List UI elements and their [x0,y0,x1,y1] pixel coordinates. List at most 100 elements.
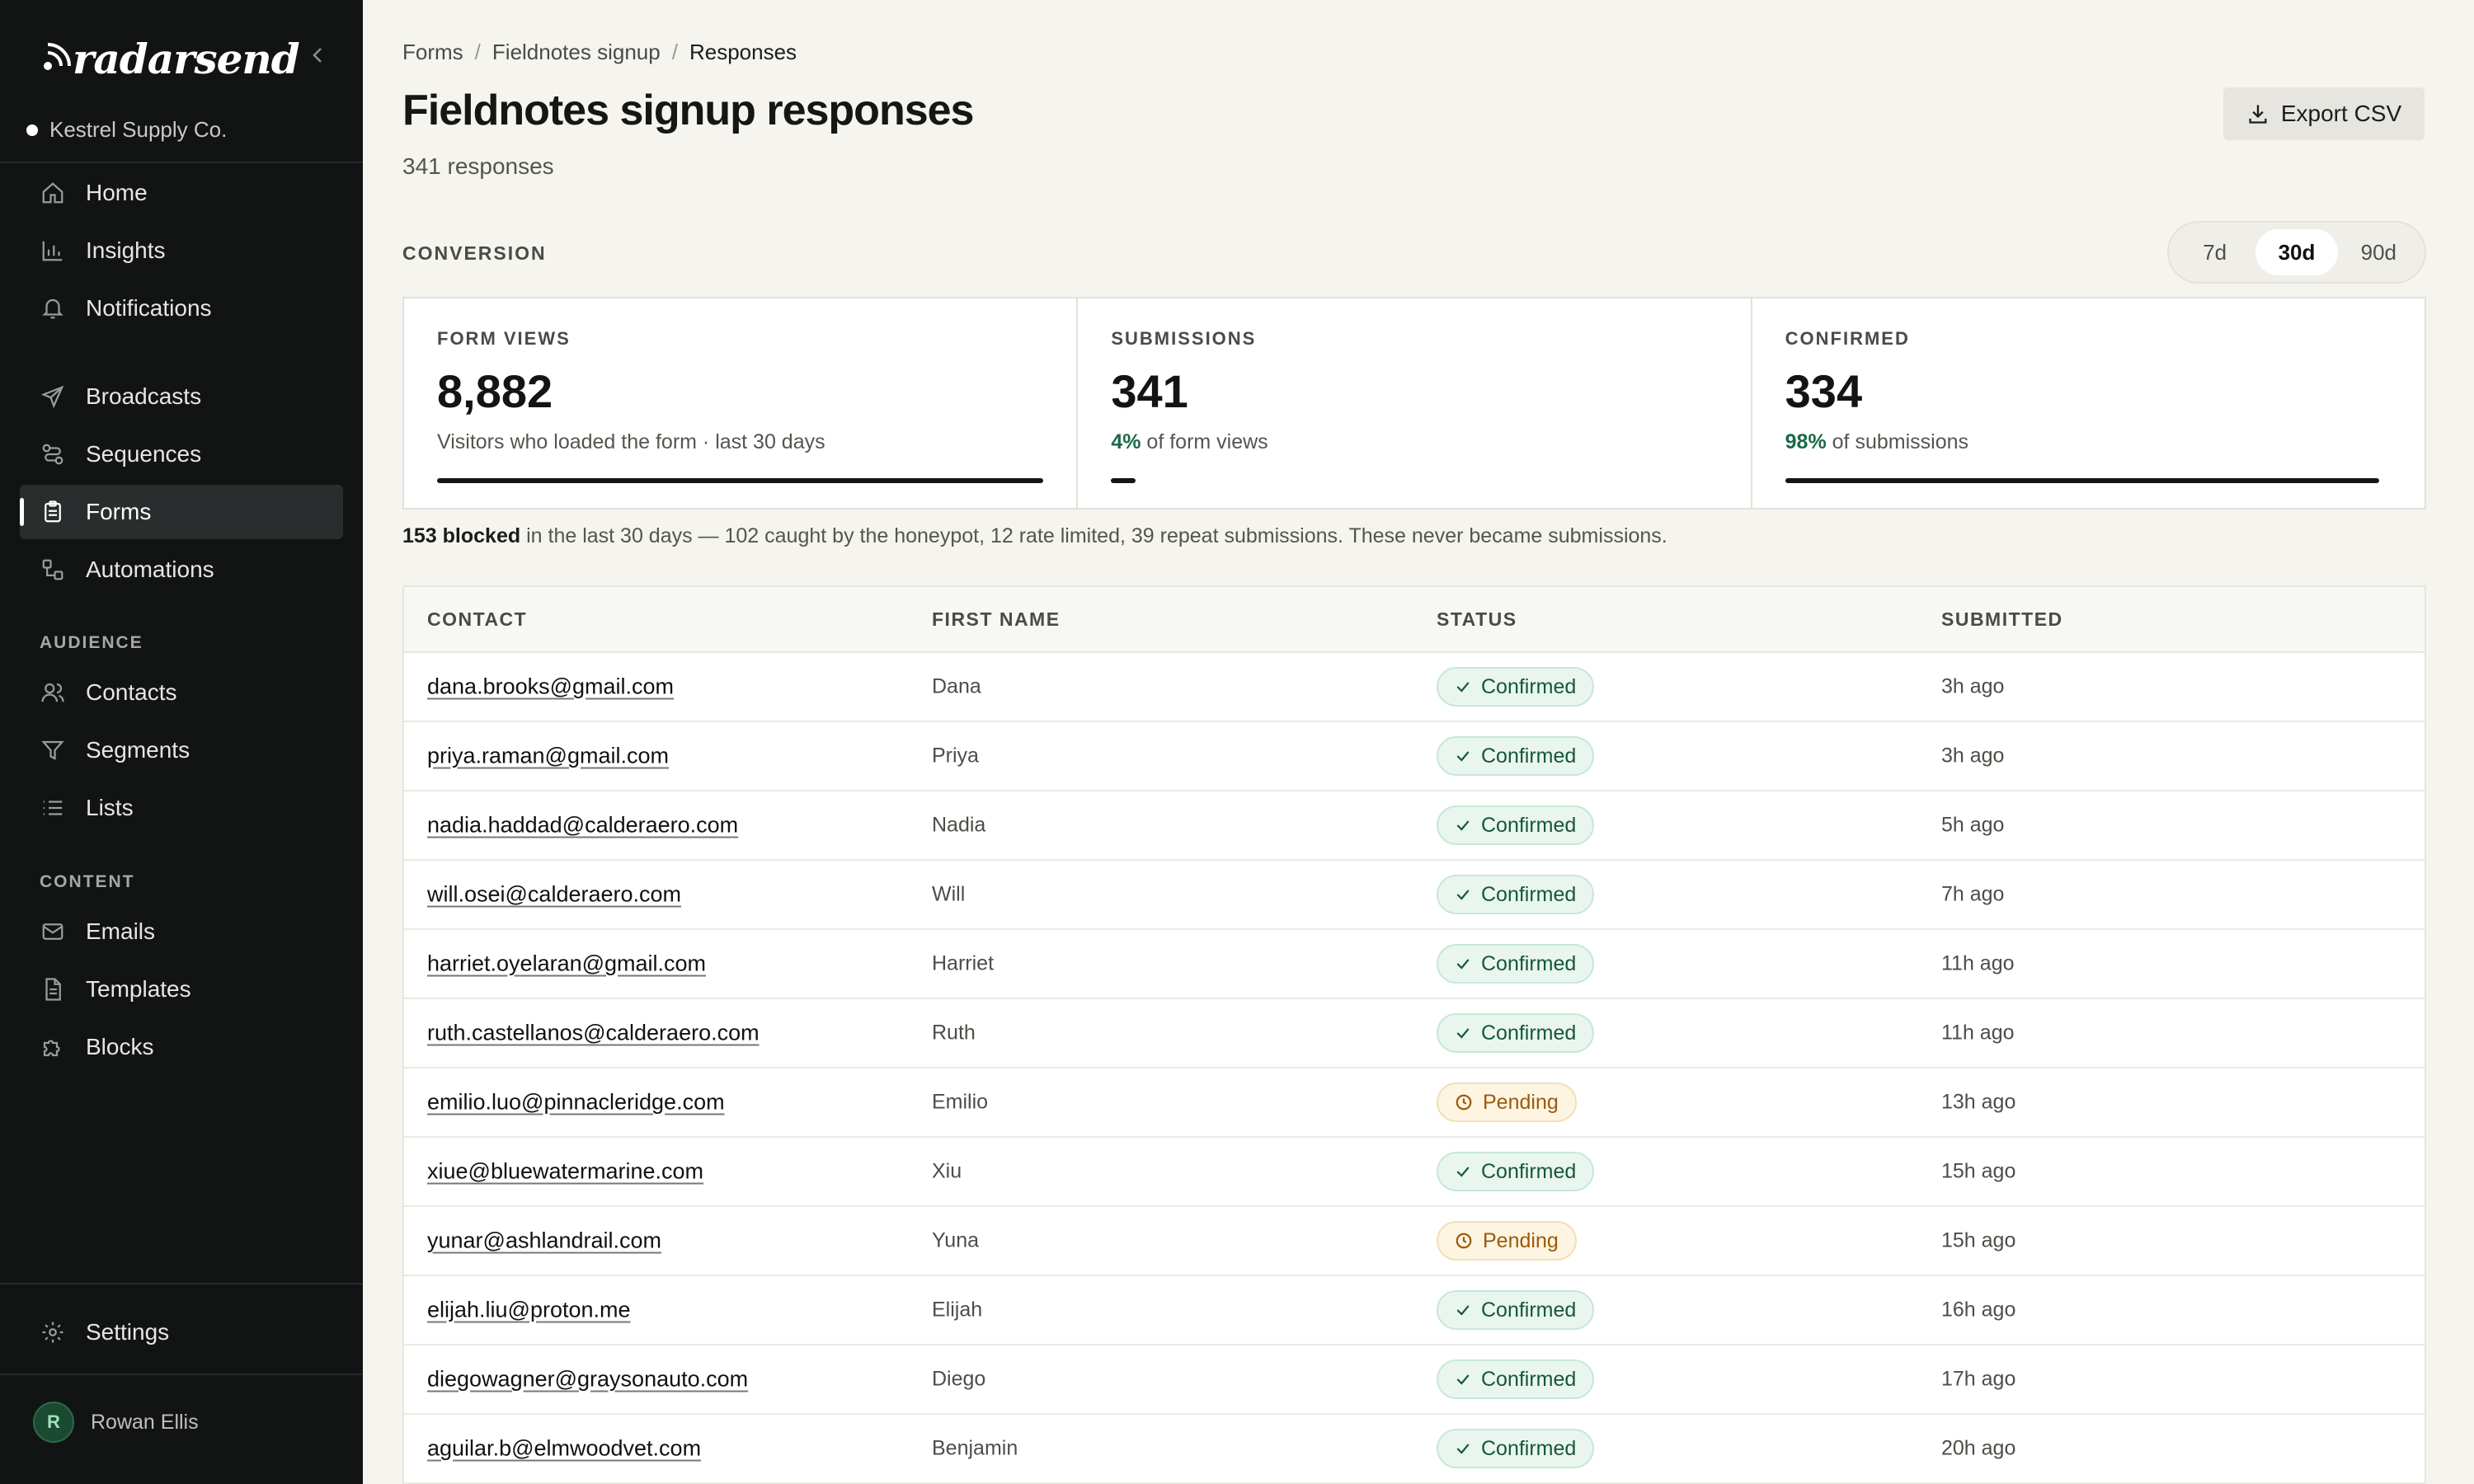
table-row[interactable]: nadia.haddad@calderaero.com Nadia Confirme… [404,791,2425,861]
range-7d-button[interactable]: 7d [2174,229,2255,275]
first-name: Emilio [932,1090,989,1114]
stat-description-text: of submissions [1832,430,1969,453]
contact-email[interactable]: emilio.luo@pinnacleridge.com [427,1090,725,1115]
user-menu[interactable]: R Rowan Ellis [33,1402,199,1443]
sidebar-item-lists[interactable]: Lists [20,781,343,835]
submitted-time: 7h ago [1941,882,2005,906]
status-label: Confirmed [1481,951,1577,975]
status-label: Pending [1483,1228,1559,1252]
sidebar-item-home[interactable]: Home [20,166,343,220]
puzzle-icon [38,1032,68,1062]
export-csv-label: Export CSV [2280,101,2402,126]
check-icon [1456,1444,1470,1454]
sidebar-item-contacts[interactable]: Contacts [20,665,343,720]
workspace-name: Kestrel Supply Co. [49,117,228,142]
column-header-contact[interactable]: CONTACT [427,608,527,631]
breadcrumb-form[interactable]: Fieldnotes signup [492,40,661,65]
sidebar-divider [0,1283,363,1284]
column-header-first-name[interactable]: FIRST NAME [932,608,1061,631]
table-row[interactable]: emilio.luo@pinnacleridge.com Emilio Pendin… [404,1068,2425,1138]
contact-email[interactable]: elijah.liu@proton.me [427,1298,631,1322]
sidebar-item-label: Emails [86,918,156,944]
submitted-time: 11h ago [1941,951,2015,975]
breadcrumb-current: Responses [689,40,797,64]
home-icon [38,178,68,208]
contact-email[interactable]: ruth.castellanos@calderaero.com [427,1021,760,1045]
check-icon [1456,1374,1470,1385]
sidebar-item-label: Lists [86,795,134,820]
status-label: Confirmed [1481,1159,1577,1183]
sidebar-item-blocks[interactable]: Blocks [20,1020,343,1074]
submitted-time: 15h ago [1941,1159,2016,1183]
table-row[interactable]: aguilar.b@elmwoodvet.com Benjamin Confirme… [404,1415,2425,1484]
contact-email[interactable]: will.osei@calderaero.com [427,882,681,907]
table-row[interactable]: diegowagner@graysonauto.com Diego Confirme… [404,1345,2425,1415]
stat-progress-fill [1785,478,2380,483]
contact-email[interactable]: yunar@ashlandrail.com [427,1228,661,1253]
contact-email[interactable]: harriet.oyelaran@gmail.com [427,951,706,976]
column-header-submitted[interactable]: SUBMITTED [1941,608,2063,631]
status-label: Confirmed [1481,882,1577,906]
sidebar-item-notifications[interactable]: Notifications [20,281,343,336]
table-row[interactable]: harriet.oyelaran@gmail.com Harriet Confirm… [404,930,2425,999]
blocked-count: 153 blocked [402,524,521,547]
sidebar-item-broadcasts[interactable]: Broadcasts [20,369,343,424]
stat-form-views: FORM VIEWS 8,882 Visitors who loaded the… [404,298,1079,508]
export-csv-button[interactable]: Export CSV [2223,87,2425,140]
workspace-switcher[interactable]: Kestrel Supply Co. [26,117,227,143]
stat-progress-track [1111,478,1717,483]
table-row[interactable]: dana.brooks@gmail.com Dana Confirmed 3h ago [404,653,2425,722]
status-badge: Confirmed [1437,805,1595,845]
column-header-status[interactable]: STATUS [1437,608,1517,631]
stat-description: 4% of form views [1111,430,1268,454]
sequence-icon [38,439,68,469]
table-row[interactable]: yunar@ashlandrail.com Yuna Pending 15h ago [404,1207,2425,1276]
download-icon [2249,105,2267,124]
contact-email[interactable]: dana.brooks@gmail.com [427,674,674,699]
sidebar-divider [0,162,363,163]
sidebar-item-forms[interactable]: Forms [20,485,343,539]
stat-percent: 98% [1785,430,1827,453]
table-body: dana.brooks@gmail.com Dana Confirmed 3h ago… [404,653,2425,1484]
range-30d-button[interactable]: 30d [2255,229,2338,275]
table-row[interactable]: priya.raman@gmail.com Priya Confirmed 3h ag… [404,722,2425,791]
sidebar-item-segments[interactable]: Segments [20,723,343,777]
sidebar-item-label: Segments [86,737,190,763]
table-row[interactable]: ruth.castellanos@calderaero.com Ruth Confi… [404,999,2425,1068]
status-label: Confirmed [1481,1298,1577,1322]
check-icon [1456,1305,1470,1316]
check-icon [1456,890,1470,900]
contact-email[interactable]: aguilar.b@elmwoodvet.com [427,1436,701,1461]
first-name: Will [932,882,966,906]
sidebar-divider [0,1374,363,1375]
sidebar-item-automations[interactable]: Automations [20,542,343,597]
contact-email[interactable]: nadia.haddad@calderaero.com [427,813,738,838]
stat-label: SUBMISSIONS [1111,328,1257,349]
range-90d-button[interactable]: 90d [2338,229,2420,275]
chevron-left-icon [313,48,322,63]
contact-email[interactable]: xiue@bluewatermarine.com [427,1159,703,1184]
table-row[interactable]: xiue@bluewatermarine.com Xiu Confirmed 15h … [404,1138,2425,1207]
status-badge: Pending [1437,1082,1577,1122]
status-label: Confirmed [1481,744,1577,768]
table-row[interactable]: elijah.liu@proton.me Elijah Confirmed 16h a… [404,1276,2425,1345]
sidebar-item-emails[interactable]: Emails [20,904,343,959]
table-header: CONTACT FIRST NAME STATUS SUBMITTED [404,587,2425,653]
brand-logo[interactable]: radarsend [38,30,300,87]
contact-email[interactable]: diegowagner@graysonauto.com [427,1367,748,1392]
user-name: Rowan Ellis [91,1410,199,1434]
sidebar-item-templates[interactable]: Templates [20,962,343,1017]
status-badge: Confirmed [1437,736,1595,776]
submitted-time: 5h ago [1941,813,2005,837]
stat-value: 8,882 [437,365,553,417]
table-row[interactable]: will.osei@calderaero.com Will Confirmed 7h … [404,861,2425,930]
blocked-text: in the last 30 days — 102 caught by the … [526,524,1667,547]
breadcrumb-forms[interactable]: Forms [402,40,463,65]
sidebar-item-insights[interactable]: Insights [20,223,343,278]
check-icon [1456,682,1470,693]
contact-email[interactable]: priya.raman@gmail.com [427,744,669,768]
collapse-sidebar-button[interactable] [305,41,330,69]
automation-icon [38,555,68,585]
sidebar-item-settings[interactable]: Settings [20,1305,343,1360]
sidebar-item-sequences[interactable]: Sequences [20,427,343,481]
